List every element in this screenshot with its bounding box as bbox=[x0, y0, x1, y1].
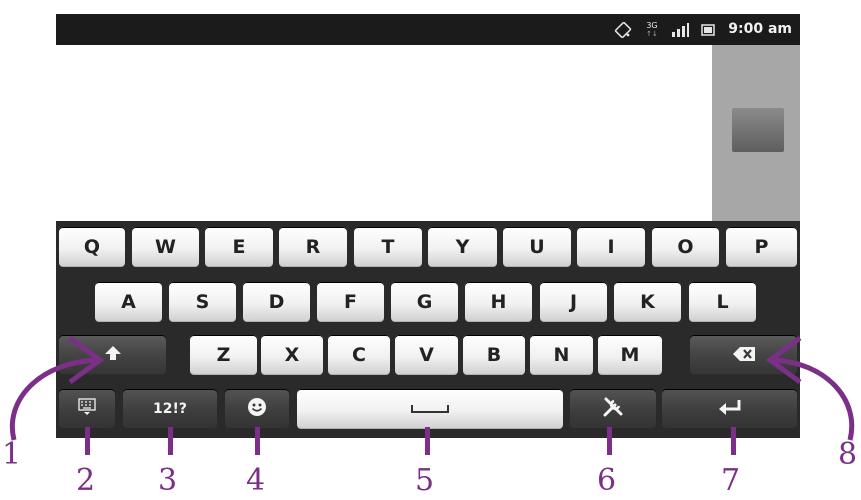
callout-7: 7 bbox=[721, 463, 741, 498]
callout-7-pointer bbox=[731, 427, 736, 455]
callout-4-pointer bbox=[255, 427, 260, 455]
callout-2-pointer bbox=[85, 427, 90, 455]
callout-8: 8 bbox=[838, 437, 858, 472]
callout-arrows bbox=[9, 335, 855, 441]
callout-3-pointer bbox=[168, 427, 173, 455]
callout-5-pointer bbox=[425, 427, 430, 455]
callout-4: 4 bbox=[246, 463, 266, 498]
callout-1: 1 bbox=[2, 437, 22, 472]
callout-3: 3 bbox=[158, 463, 178, 498]
callout-2: 2 bbox=[76, 463, 96, 498]
callout-6-pointer bbox=[607, 427, 612, 455]
callout-5: 5 bbox=[415, 463, 435, 498]
callout-6: 6 bbox=[597, 463, 617, 498]
